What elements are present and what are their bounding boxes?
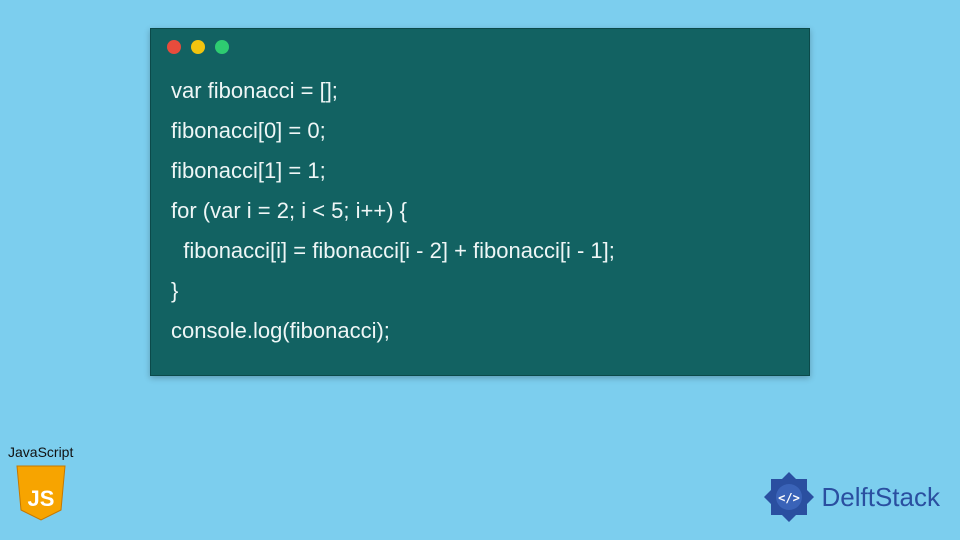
code-line: console.log(fibonacci);	[171, 311, 789, 351]
code-line: var fibonacci = [];	[171, 71, 789, 111]
code-line: fibonacci[i] = fibonacci[i - 2] + fibona…	[171, 231, 789, 271]
code-body: var fibonacci = []; fibonacci[0] = 0; fi…	[151, 65, 809, 375]
delftstack-text: DelftStack	[822, 482, 941, 513]
js-shield-text: JS	[27, 486, 54, 511]
code-line: fibonacci[0] = 0;	[171, 111, 789, 151]
code-line: fibonacci[1] = 1;	[171, 151, 789, 191]
minimize-icon[interactable]	[191, 40, 205, 54]
close-icon[interactable]	[167, 40, 181, 54]
javascript-label: JavaScript	[8, 444, 73, 460]
javascript-shield-icon: JS	[15, 464, 67, 522]
code-window: var fibonacci = []; fibonacci[0] = 0; fi…	[150, 28, 810, 376]
delftstack-logo: </> DelftStack	[762, 470, 941, 524]
maximize-icon[interactable]	[215, 40, 229, 54]
code-line: for (var i = 2; i < 5; i++) {	[171, 191, 789, 231]
delftstack-emblem-icon: </>	[762, 470, 816, 524]
svg-text:</>: </>	[778, 491, 800, 505]
code-line: }	[171, 271, 789, 311]
window-titlebar	[151, 29, 809, 65]
javascript-badge: JavaScript JS	[8, 444, 73, 522]
